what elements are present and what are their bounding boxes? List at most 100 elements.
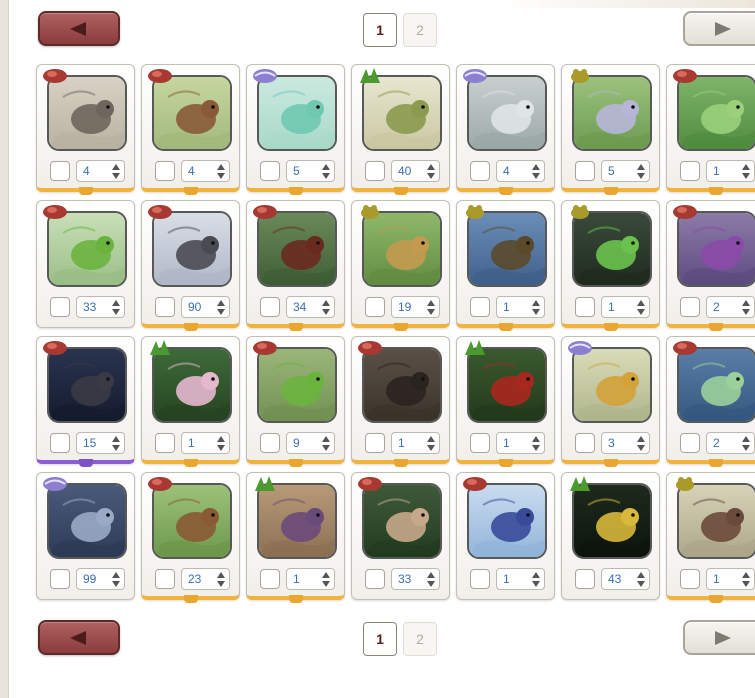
- stepper-arrows-icon[interactable]: [742, 300, 750, 315]
- next-page-button[interactable]: [683, 620, 755, 655]
- quantity-stepper[interactable]: 40: [391, 160, 440, 182]
- select-checkbox[interactable]: [575, 161, 595, 181]
- quantity-stepper[interactable]: 1: [496, 296, 545, 318]
- quantity-stepper[interactable]: 43: [601, 568, 650, 590]
- item-card[interactable]: 34: [246, 200, 345, 331]
- select-checkbox[interactable]: [365, 297, 385, 317]
- select-checkbox[interactable]: [50, 433, 70, 453]
- quantity-stepper[interactable]: 2: [706, 432, 755, 454]
- quantity-stepper[interactable]: 4: [76, 160, 125, 182]
- page-2-button[interactable]: 2: [403, 13, 437, 47]
- select-checkbox[interactable]: [680, 161, 700, 181]
- item-card[interactable]: 1: [141, 336, 240, 467]
- stepper-arrows-icon[interactable]: [322, 572, 330, 587]
- select-checkbox[interactable]: [470, 569, 490, 589]
- quantity-stepper[interactable]: 99: [76, 568, 125, 590]
- item-card[interactable]: 2: [666, 336, 755, 467]
- quantity-stepper[interactable]: 1: [391, 432, 440, 454]
- quantity-stepper[interactable]: 15: [76, 432, 125, 454]
- quantity-stepper[interactable]: 33: [391, 568, 440, 590]
- item-card[interactable]: 99: [36, 472, 135, 600]
- select-checkbox[interactable]: [50, 161, 70, 181]
- item-card[interactable]: 1: [561, 200, 660, 331]
- quantity-stepper[interactable]: 5: [286, 160, 335, 182]
- quantity-stepper[interactable]: 1: [181, 432, 230, 454]
- stepper-arrows-icon[interactable]: [217, 300, 225, 315]
- quantity-stepper[interactable]: 1: [496, 432, 545, 454]
- select-checkbox[interactable]: [680, 569, 700, 589]
- item-card[interactable]: 19: [351, 200, 450, 331]
- quantity-stepper[interactable]: 1: [706, 160, 755, 182]
- stepper-arrows-icon[interactable]: [637, 164, 645, 179]
- select-checkbox[interactable]: [365, 569, 385, 589]
- item-card[interactable]: 1: [456, 200, 555, 331]
- quantity-stepper[interactable]: 90: [181, 296, 230, 318]
- quantity-stepper[interactable]: 5: [601, 160, 650, 182]
- stepper-arrows-icon[interactable]: [532, 300, 540, 315]
- stepper-arrows-icon[interactable]: [742, 164, 750, 179]
- item-card[interactable]: 3: [561, 336, 660, 467]
- stepper-arrows-icon[interactable]: [427, 164, 435, 179]
- stepper-arrows-icon[interactable]: [532, 436, 540, 451]
- select-checkbox[interactable]: [680, 433, 700, 453]
- stepper-arrows-icon[interactable]: [637, 300, 645, 315]
- stepper-arrows-icon[interactable]: [637, 572, 645, 587]
- item-card[interactable]: 33: [36, 200, 135, 328]
- select-checkbox[interactable]: [575, 433, 595, 453]
- item-card[interactable]: 1: [351, 336, 450, 467]
- select-checkbox[interactable]: [575, 297, 595, 317]
- item-card[interactable]: 9: [246, 336, 345, 467]
- item-card[interactable]: 43: [561, 472, 660, 600]
- select-checkbox[interactable]: [260, 569, 280, 589]
- item-card[interactable]: 1: [666, 64, 755, 195]
- quantity-stepper[interactable]: 4: [496, 160, 545, 182]
- stepper-arrows-icon[interactable]: [532, 572, 540, 587]
- quantity-stepper[interactable]: 1: [601, 296, 650, 318]
- item-card[interactable]: 1: [456, 336, 555, 467]
- stepper-arrows-icon[interactable]: [112, 436, 120, 451]
- quantity-stepper[interactable]: 4: [181, 160, 230, 182]
- select-checkbox[interactable]: [365, 161, 385, 181]
- item-card[interactable]: 1: [666, 472, 755, 603]
- select-checkbox[interactable]: [155, 433, 175, 453]
- stepper-arrows-icon[interactable]: [427, 300, 435, 315]
- stepper-arrows-icon[interactable]: [112, 164, 120, 179]
- select-checkbox[interactable]: [260, 161, 280, 181]
- item-card[interactable]: 4: [456, 64, 555, 195]
- quantity-stepper[interactable]: 1: [496, 568, 545, 590]
- select-checkbox[interactable]: [155, 161, 175, 181]
- stepper-arrows-icon[interactable]: [322, 300, 330, 315]
- item-card[interactable]: 15: [36, 336, 135, 467]
- item-card[interactable]: 4: [36, 64, 135, 195]
- item-card[interactable]: 33: [351, 472, 450, 600]
- stepper-arrows-icon[interactable]: [217, 164, 225, 179]
- quantity-stepper[interactable]: 9: [286, 432, 335, 454]
- quantity-stepper[interactable]: 2: [706, 296, 755, 318]
- next-page-button[interactable]: [683, 11, 755, 46]
- item-card[interactable]: 23: [141, 472, 240, 603]
- stepper-arrows-icon[interactable]: [742, 436, 750, 451]
- stepper-arrows-icon[interactable]: [112, 572, 120, 587]
- item-card[interactable]: 40: [351, 64, 450, 195]
- quantity-stepper[interactable]: 33: [76, 296, 125, 318]
- stepper-arrows-icon[interactable]: [217, 572, 225, 587]
- select-checkbox[interactable]: [155, 297, 175, 317]
- item-card[interactable]: 4: [141, 64, 240, 195]
- select-checkbox[interactable]: [470, 433, 490, 453]
- stepper-arrows-icon[interactable]: [112, 300, 120, 315]
- stepper-arrows-icon[interactable]: [217, 436, 225, 451]
- quantity-stepper[interactable]: 19: [391, 296, 440, 318]
- previous-page-button[interactable]: [38, 620, 120, 655]
- select-checkbox[interactable]: [365, 433, 385, 453]
- stepper-arrows-icon[interactable]: [322, 436, 330, 451]
- select-checkbox[interactable]: [470, 161, 490, 181]
- item-card[interactable]: 5: [561, 64, 660, 195]
- stepper-arrows-icon[interactable]: [427, 436, 435, 451]
- item-card[interactable]: 5: [246, 64, 345, 195]
- previous-page-button[interactable]: [38, 11, 120, 46]
- select-checkbox[interactable]: [575, 569, 595, 589]
- page-2-button[interactable]: 2: [403, 622, 437, 656]
- item-card[interactable]: 1: [246, 472, 345, 603]
- stepper-arrows-icon[interactable]: [427, 572, 435, 587]
- item-card[interactable]: 1: [456, 472, 555, 600]
